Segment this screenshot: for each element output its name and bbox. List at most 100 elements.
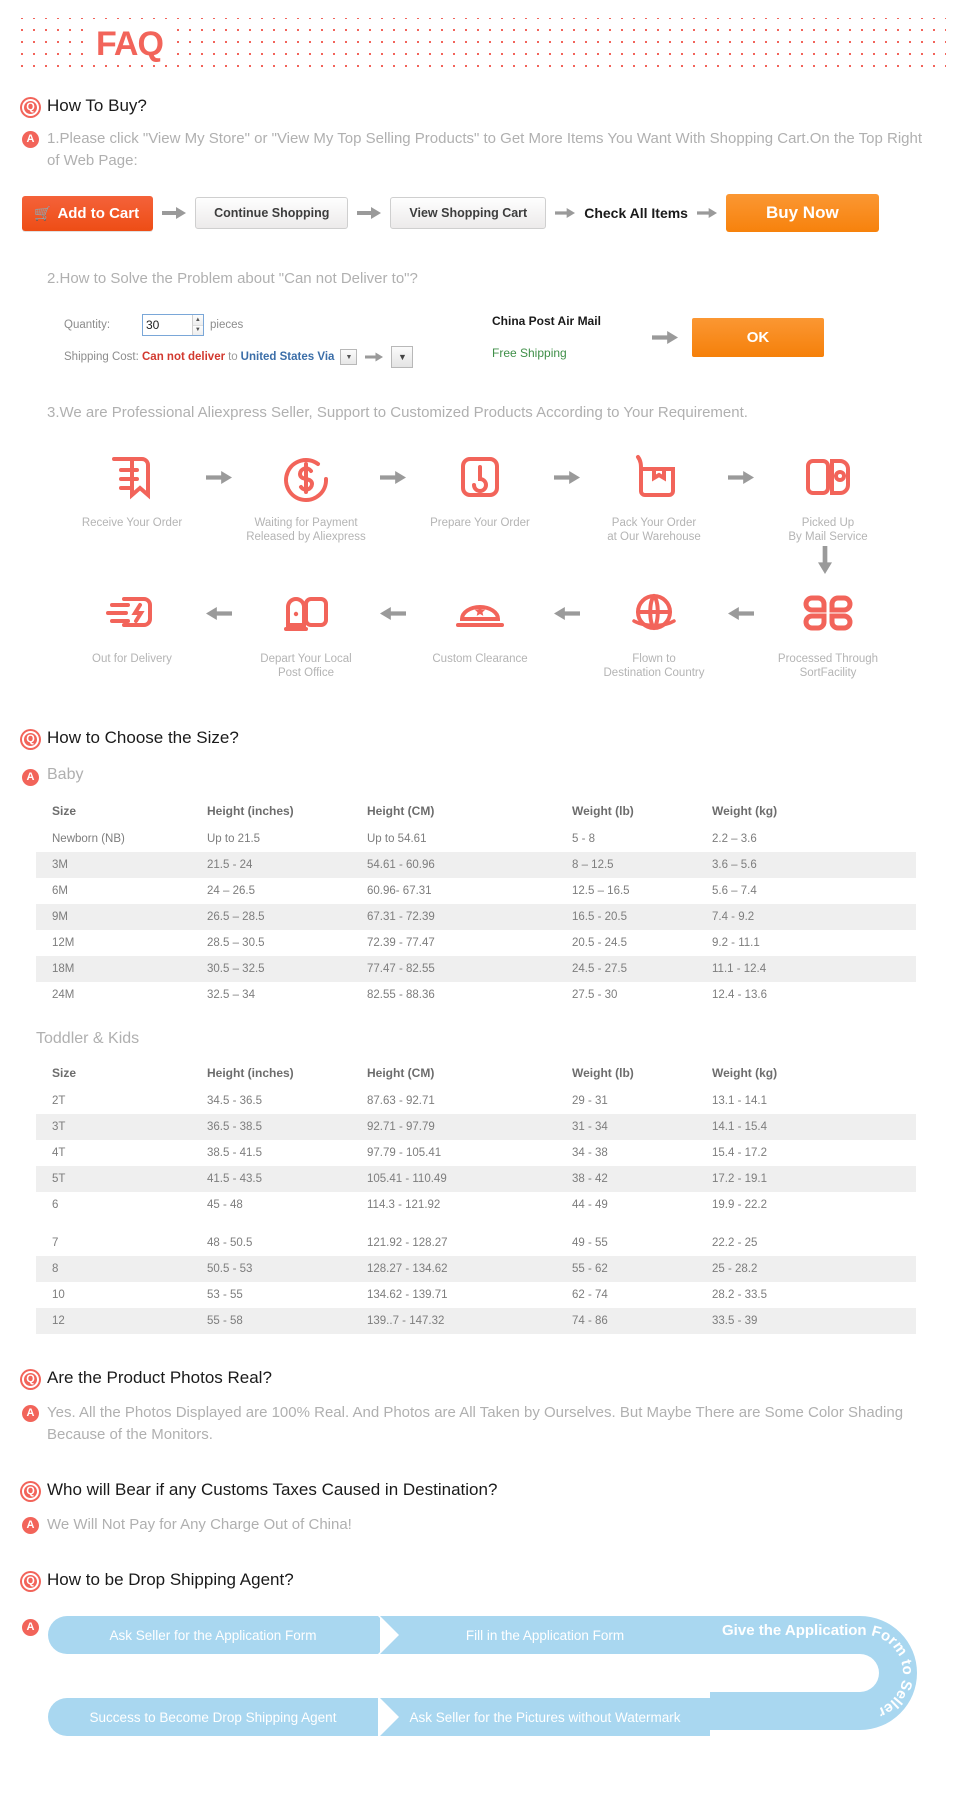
- arrow-right-icon: [652, 330, 678, 344]
- answer-text: Yes. All the Photos Displayed are 100% R…: [47, 1404, 904, 1443]
- column-header: Weight (kg): [712, 804, 778, 818]
- table-cell: 67.31 - 72.39: [351, 904, 556, 930]
- arrow-right-icon: [548, 446, 586, 508]
- shipping-inputs: Quantity: ▲ ▼ pieces Shipping Cost: Can …: [22, 314, 492, 368]
- table-cell: 15.4 - 17.2: [712, 1147, 767, 1159]
- answer-text: We Will Not Pay for Any Charge Out of Ch…: [47, 1516, 352, 1533]
- table-cell: 2T: [52, 1095, 66, 1107]
- table-cell: 4T: [52, 1147, 66, 1159]
- drop-shipping-curve: Give the Application Form to Seller: [710, 1616, 917, 1730]
- table-cell: 28.2 - 33.5: [712, 1289, 767, 1301]
- answer-marker-icon: A: [22, 769, 39, 786]
- chevron-notch: [380, 1698, 399, 1736]
- drop-shipping-step[interactable]: Fill in the Application Form: [380, 1616, 729, 1654]
- table-cell: 74 - 86: [556, 1308, 696, 1334]
- table-cell: 24M: [52, 989, 75, 1001]
- cannot-deliver-text: Can not deliver: [142, 351, 226, 363]
- table-cell: 12.4 - 13.6: [712, 989, 767, 1001]
- pack-box-icon: [586, 446, 722, 508]
- ok-button[interactable]: OK: [692, 317, 824, 357]
- process-step-label: Out for Delivery: [92, 653, 172, 665]
- stepper-up-icon[interactable]: ▲: [192, 315, 203, 326]
- answer-marker-icon: A: [22, 131, 39, 148]
- table-cell: 9M: [36, 904, 191, 930]
- table-cell: 7.4 - 9.2: [696, 904, 916, 930]
- table-cell: 82.55 - 88.36: [367, 989, 435, 1001]
- shipping-method-dropdown[interactable]: ▼: [391, 346, 414, 368]
- question-photos-real: Q Are the Product Photos Real?: [22, 1368, 938, 1388]
- process-step: Processed Through SortFacility: [760, 582, 896, 680]
- process-step-label: Processed Through SortFacility: [777, 653, 879, 679]
- table-cell: 36.5 - 38.5: [191, 1114, 351, 1140]
- drop-shipping-step[interactable]: Ask Seller for the Pictures without Wate…: [380, 1698, 710, 1736]
- table-cell: 114.3 - 121.92: [367, 1199, 441, 1211]
- question-marker-icon: Q: [22, 731, 39, 748]
- drop-shipping-step-label: Ask Seller for the Application Form: [109, 1627, 317, 1643]
- quantity-label: Quantity:: [64, 319, 111, 331]
- table-cell: 5T: [36, 1166, 191, 1192]
- table-cell: 38.5 - 41.5: [207, 1147, 262, 1159]
- view-shopping-cart-button[interactable]: View Shopping Cart: [390, 197, 547, 229]
- table-row: 10 53 - 55 134.62 - 139.71 62 - 74 28.2 - 33…: [36, 1282, 916, 1308]
- drop-shipping-step-label: Ask Seller for the Pictures without Wate…: [409, 1709, 681, 1725]
- question-marker-icon: Q: [22, 1371, 39, 1388]
- table-cell: 12.5 – 16.5: [572, 885, 630, 897]
- process-step: Flown to Destination Country: [586, 582, 722, 680]
- table-row: 4T 38.5 - 41.5 97.79 - 105.41 34 - 38 15.4 -…: [36, 1140, 916, 1166]
- shipping-cost-row: Shipping Cost: Can not deliver to United…: [64, 346, 492, 368]
- drop-shipping-step-label: Fill in the Application Form: [465, 1627, 625, 1643]
- document-order-icon: [64, 446, 200, 508]
- arrow-right-icon: [374, 446, 412, 508]
- faq-page: FAQ Q How To Buy? A 1.Please click "View…: [0, 0, 960, 1818]
- country-select-value[interactable]: United States Via: [241, 351, 335, 363]
- table-cell: 3M: [36, 852, 191, 878]
- question-how-to-buy: Q How To Buy?: [22, 96, 938, 116]
- purchase-flow-buttons: 🛒 Add to Cart Continue Shopping View Sho…: [22, 194, 938, 232]
- table-cell: 3.6 – 5.6: [696, 852, 916, 878]
- prepare-order-icon: [412, 446, 548, 508]
- drop-shipping-step[interactable]: Ask Seller for the Application Form: [48, 1616, 397, 1654]
- table-cell: 54.61 - 60.96: [351, 852, 556, 878]
- table-row: 2T 34.5 - 36.5 87.63 - 92.71 29 - 31 13.1 - …: [36, 1088, 916, 1114]
- stepper-down-icon[interactable]: ▼: [192, 325, 203, 335]
- continue-shopping-button[interactable]: Continue Shopping: [195, 197, 349, 229]
- column-header: Size: [52, 1066, 77, 1080]
- drop-shipping-step[interactable]: Success to Become Drop Shipping Agent: [48, 1698, 378, 1736]
- answer-photos-real: A Yes. All the Photos Displayed are 100%…: [22, 1402, 938, 1446]
- table-cell: [191, 1218, 351, 1230]
- question-text: Are the Product Photos Real?: [47, 1368, 272, 1387]
- table-cell: 50.5 - 53: [191, 1256, 351, 1282]
- to-word: to: [228, 351, 238, 363]
- table-cell: 41.5 - 43.5: [191, 1166, 351, 1192]
- country-dropdown-chevron-down-icon[interactable]: ▼: [340, 349, 358, 365]
- buy-now-button[interactable]: Buy Now: [725, 194, 879, 232]
- arrow-right-icon: [555, 207, 576, 219]
- table-cell: Up to 21.5: [207, 833, 261, 845]
- drop-shipping-steps-bottom: Success to Become Drop Shipping Agent As…: [48, 1698, 710, 1736]
- table-row: 6 45 - 48 114.3 - 121.92 44 - 49 19.9 - 22.2: [36, 1192, 916, 1218]
- quantity-row: Quantity: ▲ ▼ pieces: [64, 314, 492, 336]
- table-cell: 27.5 - 30: [572, 989, 618, 1001]
- post-office-icon: [238, 582, 374, 644]
- table-cell: 31 - 34: [556, 1114, 696, 1140]
- table-cell: 10: [52, 1289, 65, 1301]
- table-cell: 62 - 74: [572, 1289, 608, 1301]
- shipping-calculator-widget: Quantity: ▲ ▼ pieces Shipping Cost: Can …: [22, 314, 938, 368]
- process-step-label: Custom Clearance: [432, 653, 528, 665]
- table-cell: 16.5 - 20.5: [556, 904, 696, 930]
- table-cell: 38 - 42: [556, 1166, 696, 1192]
- add-to-cart-button[interactable]: 🛒 Add to Cart: [22, 195, 154, 231]
- answer-how-to-buy-2: 2.How to Solve the Problem about "Can no…: [22, 268, 938, 290]
- quantity-stepper[interactable]: ▲ ▼: [142, 314, 204, 336]
- table-cell: 17.2 - 19.1: [696, 1166, 916, 1192]
- fulfilment-process-row-2: Out for Delivery Depart Your Local Post O…: [0, 582, 960, 680]
- question-drop-shipping: Q How to be Drop Shipping Agent?: [22, 1570, 938, 1590]
- table-spacer-row: [36, 1218, 916, 1230]
- question-customs-taxes: Q Who will Bear if any Customs Taxes Cau…: [22, 1480, 938, 1500]
- stepper-buttons[interactable]: ▲ ▼: [191, 315, 203, 335]
- column-header: Height (CM): [367, 1066, 435, 1080]
- question-marker-icon: Q: [22, 1573, 39, 1590]
- quantity-input[interactable]: [143, 315, 192, 335]
- process-step-label: Depart Your Local Post Office: [260, 653, 352, 679]
- table-cell: 44 - 49: [572, 1199, 608, 1211]
